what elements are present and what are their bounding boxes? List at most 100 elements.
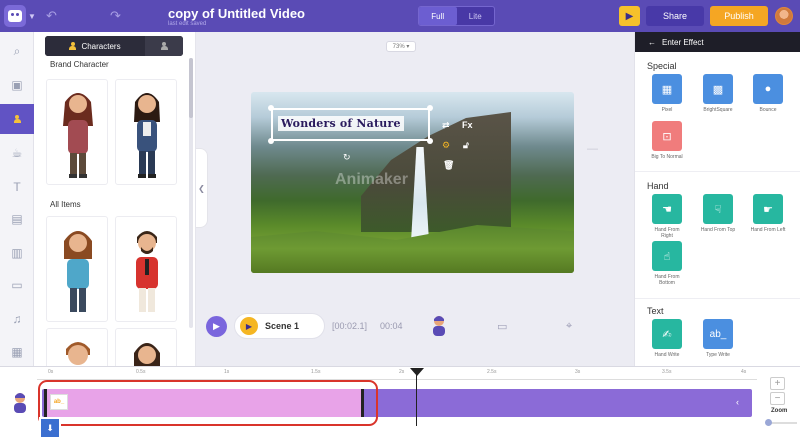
divider <box>635 171 800 172</box>
resize-handle[interactable] <box>427 105 433 111</box>
resize-handle[interactable] <box>427 138 433 144</box>
effect-hand-from-bottom[interactable]: ☝ Hand From Bottom <box>649 241 685 286</box>
minus-icon[interactable]: — <box>587 143 598 155</box>
undo-icon[interactable]: ↶ <box>46 8 57 24</box>
lock-icon[interactable]: 🔓︎ <box>463 140 469 151</box>
bg-icon[interactable]: ▤ <box>0 204 34 234</box>
scene-play-icon[interactable]: ▶ <box>240 317 258 335</box>
scene-duration: [00:02.1] <box>332 321 368 331</box>
mode-toggle[interactable]: Full Lite <box>418 6 495 26</box>
rotate-icon[interactable]: ↻ <box>343 152 351 163</box>
effect-pixel[interactable]: ▦ Pixel <box>649 74 685 113</box>
effect-label: Hand From Left <box>750 227 786 233</box>
publish-button[interactable]: Publish <box>710 6 768 26</box>
effect-label: BrightSquare <box>703 107 733 113</box>
character-card[interactable] <box>115 328 177 366</box>
mode-lite-button[interactable]: Lite <box>457 7 495 25</box>
enter-effect-back-button[interactable]: ← Enter Effect <box>635 32 800 52</box>
panel-title: Enter Effect <box>662 37 704 47</box>
video-icon[interactable]: ▦ <box>0 337 34 367</box>
character-card[interactable] <box>115 216 177 322</box>
panel-tabs: Characters <box>45 36 183 56</box>
mode-full-button[interactable]: Full <box>419 7 457 25</box>
image-icon[interactable]: ▣ <box>0 70 34 100</box>
tick-label: 1.5s <box>311 369 321 375</box>
tab-characters-label: Characters <box>81 41 121 51</box>
effect-label: Big To Normal <box>651 154 683 160</box>
tick-label: 2s <box>399 369 405 375</box>
zoom-dropdown[interactable]: 73% ▾ <box>386 41 416 52</box>
app-logo[interactable] <box>4 5 26 27</box>
scene-name: Scene 1 <box>265 321 300 331</box>
chart-icon[interactable]: ▥ <box>0 238 34 268</box>
character-icon[interactable] <box>0 104 34 134</box>
effect-big-to-normal[interactable]: ⊡ Big To Normal <box>649 121 685 160</box>
tick-label: 1s <box>224 369 230 375</box>
resize-handle[interactable] <box>268 138 274 144</box>
hand-right-icon: ☛ <box>753 194 783 224</box>
current-time: 00:04 <box>380 321 403 331</box>
trash-icon[interactable]: 🗑︎ <box>443 160 454 171</box>
character-card[interactable] <box>46 79 108 185</box>
character-card[interactable] <box>46 328 108 366</box>
effect-bounce[interactable]: ● Bounce <box>750 74 786 113</box>
characters-panel: Characters Brand Character All Items <box>34 32 196 366</box>
effect-hand-from-left[interactable]: ☛ Hand From Left <box>750 194 786 233</box>
effect-hand-write[interactable]: ✍ Hand Write <box>649 319 685 358</box>
stage-text-element[interactable]: Wonders of Nature <box>278 116 404 131</box>
swap-icon[interactable]: ⇄ <box>442 120 450 131</box>
hand-up-icon: ☝ <box>652 241 682 271</box>
tab-characters[interactable]: Characters <box>45 36 145 56</box>
annotation-highlight <box>38 380 378 426</box>
effect-hand-from-top[interactable]: ☟ Hand From Top <box>700 194 736 233</box>
scene-play-button[interactable]: ▶ <box>206 316 227 337</box>
project-title[interactable]: copy of Untitled Video <box>168 6 305 21</box>
gear-icon[interactable]: ⚙ <box>442 140 450 151</box>
music-icon[interactable]: ♫ <box>0 304 34 334</box>
avatar[interactable] <box>775 7 793 25</box>
zoom-slider-knob[interactable] <box>765 419 772 426</box>
chevron-down-icon[interactable]: ▼ <box>28 12 36 21</box>
tick-label: 3.5s <box>662 369 672 375</box>
redo-icon[interactable]: ↷ <box>110 8 121 24</box>
effect-label: Hand From Top <box>700 227 736 233</box>
effects-fx-button[interactable]: Fx <box>462 120 473 130</box>
zoom-out-button[interactable]: − <box>770 392 785 405</box>
playhead-handle[interactable] <box>410 368 424 376</box>
resize-handle[interactable] <box>268 105 274 111</box>
camera-icon[interactable]: ▭ <box>497 320 507 333</box>
tab-my-characters[interactable] <box>145 36 183 56</box>
arrow-left-icon: ← <box>648 37 656 47</box>
top-bar: ▼ ↶ ↷ copy of Untitled Video last edit s… <box>0 0 800 32</box>
zoom-label: Zoom <box>771 408 788 414</box>
section-all-items: All Items <box>50 200 81 209</box>
effect-type-write[interactable]: ab_ Type Write <box>700 319 736 358</box>
collapse-panel-button[interactable]: ❮ <box>196 148 208 228</box>
effect-hand-from-right[interactable]: ☚ Hand From Right <box>649 194 685 239</box>
character-card[interactable] <box>115 79 177 185</box>
effect-bright-square[interactable]: ▩ BrightSquare <box>700 74 736 113</box>
chevron-left-icon[interactable]: ‹ <box>736 397 739 407</box>
user-icon <box>69 42 77 50</box>
section-text: Text <box>647 306 664 316</box>
search-icon[interactable]: ⌕ <box>0 36 34 66</box>
save-status: last edit saved <box>168 21 207 27</box>
panel-scrollbar[interactable] <box>189 58 193 328</box>
character-card[interactable] <box>46 216 108 322</box>
layout-icon[interactable]: ▭ <box>0 270 34 300</box>
preview-play-button[interactable]: ▶ <box>619 6 640 26</box>
timeline-marker[interactable]: ⬇ <box>39 417 61 439</box>
effect-label: Pixel <box>661 107 673 113</box>
hand-down-icon: ☟ <box>703 194 733 224</box>
zoom-in-button[interactable]: + <box>770 377 785 390</box>
divider <box>635 298 800 299</box>
focus-icon[interactable]: ⌖ <box>566 320 572 333</box>
tick-label: 2.5s <box>487 369 497 375</box>
coffee-cup-icon[interactable]: ☕ <box>0 138 34 168</box>
text-icon[interactable]: T <box>0 172 34 202</box>
pixel-icon: ▦ <box>652 74 682 104</box>
playhead[interactable] <box>416 374 417 426</box>
left-rail: ⌕ ▣ ☕ T ▤ ▥ ▭ ♫ ▦ <box>0 32 34 366</box>
share-button[interactable]: Share <box>646 6 704 26</box>
character-icon[interactable] <box>430 315 448 337</box>
